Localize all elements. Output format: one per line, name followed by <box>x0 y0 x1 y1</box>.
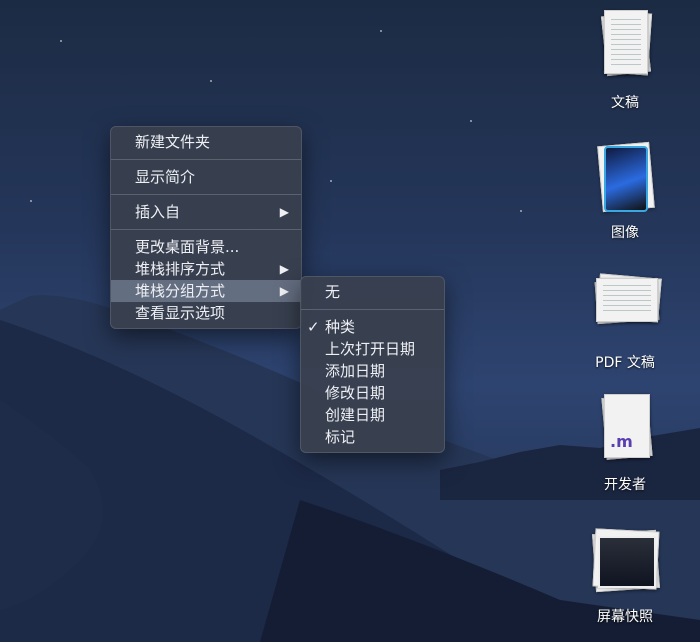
stack-documents[interactable]: 文稿 <box>575 10 675 112</box>
menu-item-label: 添加日期 <box>325 362 386 380</box>
menu-item-change-background[interactable]: 更改桌面背景... <box>111 236 301 258</box>
menu-separator <box>301 309 444 310</box>
menu-item-sort-stacks-by[interactable]: 堆栈排序方式 ▶ <box>111 258 301 280</box>
menu-item-label: 无 <box>325 283 341 301</box>
menu-item-show-view-options[interactable]: 查看显示选项 <box>111 302 301 324</box>
submenu-arrow-icon: ▶ <box>279 284 289 298</box>
submenu-arrow-icon: ▶ <box>279 205 289 219</box>
menu-item-label: 上次打开日期 <box>325 340 416 358</box>
menu-item-get-info[interactable]: 显示简介 <box>111 166 301 188</box>
menu-item-import-from[interactable]: 插入自 ▶ <box>111 201 301 223</box>
submenu-item-date-added[interactable]: 添加日期 <box>301 360 444 382</box>
paper <box>596 278 658 322</box>
stack-label: 文稿 <box>611 95 639 111</box>
menu-item-label: 显示简介 <box>135 168 196 186</box>
screenshot-thumbnail <box>598 536 656 588</box>
menu-item-label: 插入自 <box>135 203 181 221</box>
menu-item-label: 新建文件夹 <box>135 133 211 151</box>
stack-images[interactable]: 图像 <box>575 140 675 242</box>
menu-item-new-folder[interactable]: 新建文件夹 <box>111 131 301 153</box>
submenu-item-tags[interactable]: 标记 <box>301 426 444 448</box>
stack-screenshots[interactable]: 屏幕快照 <box>575 524 675 626</box>
menu-item-label: 堆栈排序方式 <box>135 260 226 278</box>
stack-pdf[interactable]: PDF 文稿 <box>575 270 675 372</box>
submenu-item-kind[interactable]: ✓ 种类 <box>301 316 444 338</box>
menu-item-label: 更改桌面背景... <box>135 238 240 256</box>
desktop-context-menu: 新建文件夹 显示简介 插入自 ▶ 更改桌面背景... 堆栈排序方式 ▶ 堆栈分组… <box>110 126 302 329</box>
stack-developer[interactable]: .m 开发者 <box>575 392 675 494</box>
menu-item-label: 种类 <box>325 318 356 336</box>
stack-label: 图像 <box>611 225 639 241</box>
menu-item-label: 查看显示选项 <box>135 304 226 322</box>
menu-item-label: 创建日期 <box>325 406 386 424</box>
submenu-item-last-opened[interactable]: 上次打开日期 <box>301 338 444 360</box>
screenshots-stack-icon <box>590 524 660 600</box>
submenu-arrow-icon: ▶ <box>279 262 289 276</box>
phone-image <box>604 146 648 212</box>
stack-label: 屏幕快照 <box>597 609 653 625</box>
submenu-item-none[interactable]: 无 <box>301 281 444 303</box>
text-lines <box>603 285 651 313</box>
menu-item-label: 堆栈分组方式 <box>135 282 226 300</box>
group-stacks-submenu: 无 ✓ 种类 上次打开日期 添加日期 修改日期 创建日期 标记 <box>300 276 445 453</box>
menu-separator <box>111 159 301 160</box>
text-lines <box>611 19 641 69</box>
paper <box>604 10 648 74</box>
submenu-item-date-modified[interactable]: 修改日期 <box>301 382 444 404</box>
developer-stack-icon: .m <box>590 392 660 468</box>
menu-item-group-stacks-by[interactable]: 堆栈分组方式 ▶ <box>111 280 301 302</box>
documents-stack-icon <box>590 10 660 86</box>
menu-item-label: 修改日期 <box>325 384 386 402</box>
submenu-item-date-created[interactable]: 创建日期 <box>301 404 444 426</box>
checkmark-icon: ✓ <box>307 318 320 336</box>
pdf-stack-icon <box>590 270 662 346</box>
stack-label: 开发者 <box>604 477 646 493</box>
images-stack-icon <box>590 140 660 216</box>
menu-separator <box>111 229 301 230</box>
file-extension-badge: .m <box>610 432 633 451</box>
stack-label: PDF 文稿 <box>595 355 655 371</box>
menu-separator <box>111 194 301 195</box>
menu-item-label: 标记 <box>325 428 356 446</box>
